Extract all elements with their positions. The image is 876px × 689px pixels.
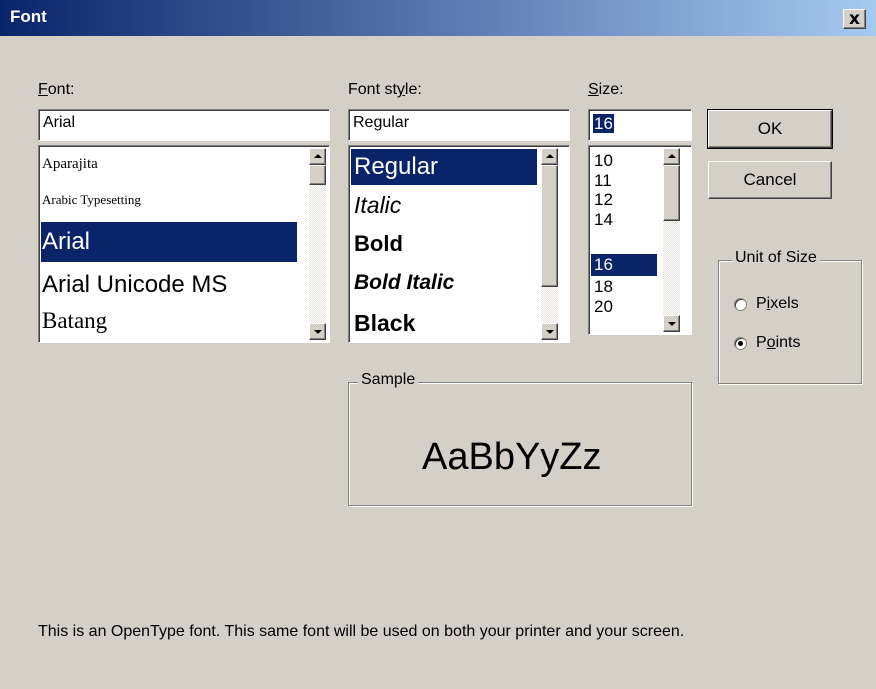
unit-of-size-label: Unit of Size [732,249,820,267]
sample-label: Sample [358,371,419,389]
arrow-down-icon [668,322,676,326]
font-style-list[interactable]: Regular Italic Bold Bold Italic Black [348,145,570,343]
font-name-input[interactable]: Arial [38,109,330,141]
list-item-selected[interactable]: Regular [351,149,537,185]
radio-selected-dot [738,341,743,346]
list-item[interactable]: Bold Italic [351,265,537,301]
list-item[interactable]: Italic [351,187,537,223]
font-style-label-accel: y [396,81,405,98]
arrow-up-icon [546,154,554,158]
list-item[interactable]: 12 [591,190,655,209]
unit-of-size-group [718,260,862,384]
size-input[interactable]: 16 [588,109,692,141]
font-description-text: This is an OpenType font. This same font… [38,623,685,640]
scroll-down-button[interactable] [663,315,680,332]
scroll-thumb[interactable] [541,165,558,287]
arrow-down-icon [546,330,554,334]
font-label: Font: [38,81,74,99]
scroll-thumb[interactable] [309,165,326,185]
sample-preview-text: AaBbYyZz [422,436,602,478]
font-label-accel: F [38,81,48,98]
font-style-label-prefix: Font st [348,81,397,98]
window-title: Font [10,7,47,26]
scroll-down-button[interactable] [309,323,326,340]
list-item-selected[interactable]: 16 [591,254,657,276]
list-item-selected[interactable]: Arial [41,222,297,262]
size-label-rest: ize: [598,81,624,98]
font-style-value: Regular [353,114,410,131]
size-list[interactable]: 10 11 12 14 16 18 20 [588,145,692,335]
size-value: 16 [593,114,614,133]
list-item[interactable]: Batang [41,304,307,342]
font-name-value: Arial [43,114,76,131]
font-style-input[interactable]: Regular [348,109,570,141]
pixels-label[interactable]: Pixels [756,295,799,313]
points-label-prefix: P [756,334,767,351]
list-item[interactable]: 14 [591,210,655,229]
font-list-scrollbar[interactable] [309,148,326,340]
size-list-scrollbar[interactable] [663,148,680,332]
list-item[interactable]: Bold [351,226,537,262]
font-list[interactable]: Aparajita Arabic Typesetting Arial Arial… [38,145,330,343]
size-label-accel: S [588,81,599,98]
arrow-up-icon [668,154,676,158]
title-bar: Font x [0,0,876,36]
list-item[interactable]: Arial Unicode MS [41,266,307,304]
points-radio[interactable] [734,337,747,350]
cancel-button-label: Cancel [743,170,797,189]
list-item[interactable]: 10 [591,151,655,170]
list-item[interactable]: Aparajita [41,148,307,181]
pixels-label-prefix: P [756,295,767,312]
scroll-thumb[interactable] [663,165,680,221]
scroll-up-button[interactable] [663,148,680,165]
scroll-up-button[interactable] [309,148,326,165]
list-item[interactable]: 11 [591,171,655,190]
font-label-rest: ont: [47,81,75,98]
list-item[interactable]: Arabic Typesetting [41,181,307,218]
pixels-radio[interactable] [734,298,747,311]
font-style-label-rest: le: [404,81,422,98]
font-style-label: Font style: [348,81,422,99]
scroll-down-button[interactable] [541,323,558,340]
list-item[interactable]: 20 [591,297,655,316]
arrow-up-icon [314,154,322,158]
size-label: Size: [588,81,624,99]
list-item[interactable]: Black [351,304,537,342]
arrow-down-icon [314,330,322,334]
pixels-label-rest: xels [770,295,799,312]
font-style-scrollbar[interactable] [541,148,558,340]
cancel-button[interactable]: Cancel [708,161,832,199]
list-item[interactable]: 18 [591,277,655,296]
scroll-up-button[interactable] [541,148,558,165]
close-button[interactable]: x [843,9,866,29]
points-label-rest: ints [775,334,801,351]
ok-button-label: OK [757,119,783,138]
points-label[interactable]: Points [756,334,800,352]
points-label-accel: o [766,334,776,351]
ok-button[interactable]: OK [707,109,833,149]
close-icon: x [849,9,860,29]
